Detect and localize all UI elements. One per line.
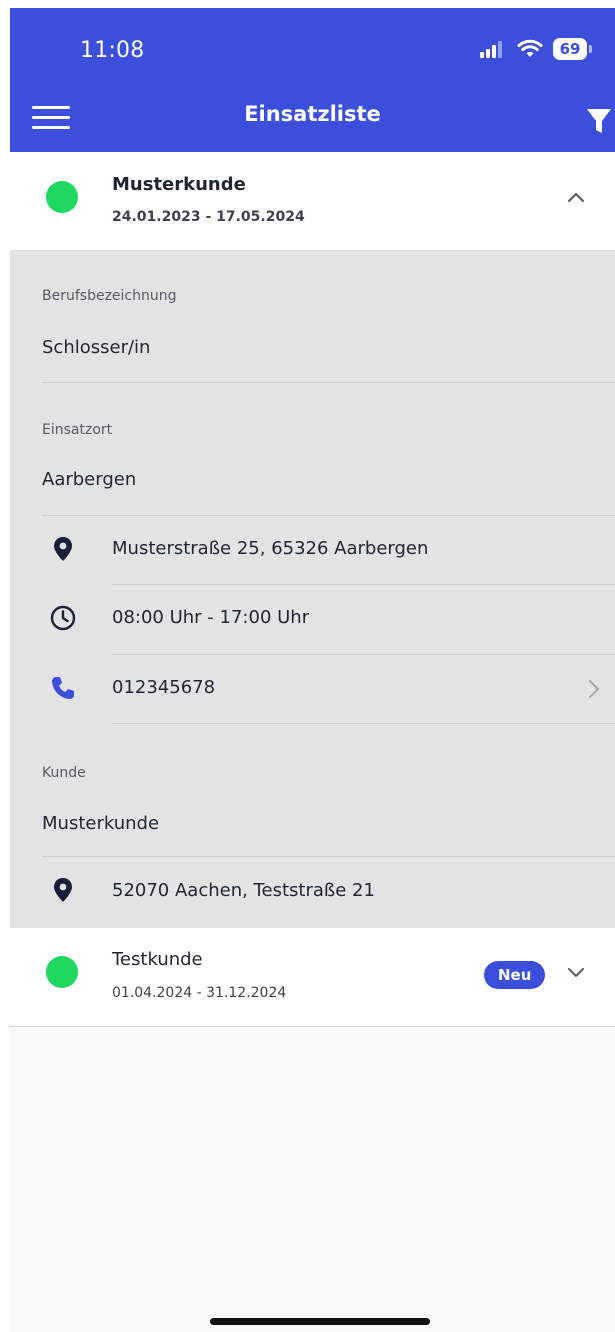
assignment-item[interactable]: Testkunde 01.04.2024 - 31.12.2024 Neu [10,928,615,1027]
page-title: Einsatzliste [244,102,381,126]
divider [42,382,615,383]
job-title-label: Berufsbezeichnung [42,288,177,304]
hamburger-icon-line [32,126,70,129]
location-address[interactable]: Musterstraße 25, 65326 Aarbergen [112,538,428,559]
list-empty-area [10,1027,615,1332]
status-dot [46,181,78,213]
wifi-icon [517,39,543,57]
job-title-value: Schlosser/in [42,337,151,358]
status-icons: 69 [479,38,592,60]
assignment-details: Berufsbezeichnung Schlosser/in Einsatzor… [10,250,615,928]
assignment-customer: Musterkunde [112,174,246,195]
location-value: Aarbergen [42,469,137,490]
phone-row[interactable]: 012345678 [10,655,615,723]
customer-name: Musterkunde [42,813,160,834]
divider [42,515,615,516]
divider [112,584,615,585]
assignment-customer: Testkunde [112,949,203,970]
chevron-down-icon[interactable] [567,963,585,981]
chevron-right-icon [589,680,600,698]
new-badge: Neu [484,961,546,989]
map-pin-icon [54,878,72,902]
status-time: 11:08 [80,38,145,63]
chevron-up-icon[interactable] [567,189,585,207]
assignment-period: 24.01.2023 - 17.05.2024 [112,209,305,225]
map-pin-icon [54,537,72,561]
home-indicator[interactable] [210,1318,430,1325]
assignment-period: 01.04.2024 - 31.12.2024 [112,985,287,1001]
signal-icon [480,41,502,58]
battery-indicator: 69 [553,38,592,60]
app-header: 11:08 69 Einsatzliste [10,8,615,152]
customer-label: Kunde [42,765,86,781]
clock-icon [50,605,76,631]
phone-number: 012345678 [112,677,216,698]
working-hours: 08:00 Uhr - 17:00 Uhr [112,607,310,628]
phone-icon [52,677,74,699]
assignment-item[interactable]: Musterkunde 24.01.2023 - 17.05.2024 [10,152,615,250]
divider [42,856,615,857]
customer-address[interactable]: 52070 Aachen, Teststraße 21 [112,880,375,901]
divider [112,723,615,724]
filter-icon[interactable] [585,106,613,136]
location-label: Einsatzort [42,422,113,438]
status-dot [46,956,78,988]
